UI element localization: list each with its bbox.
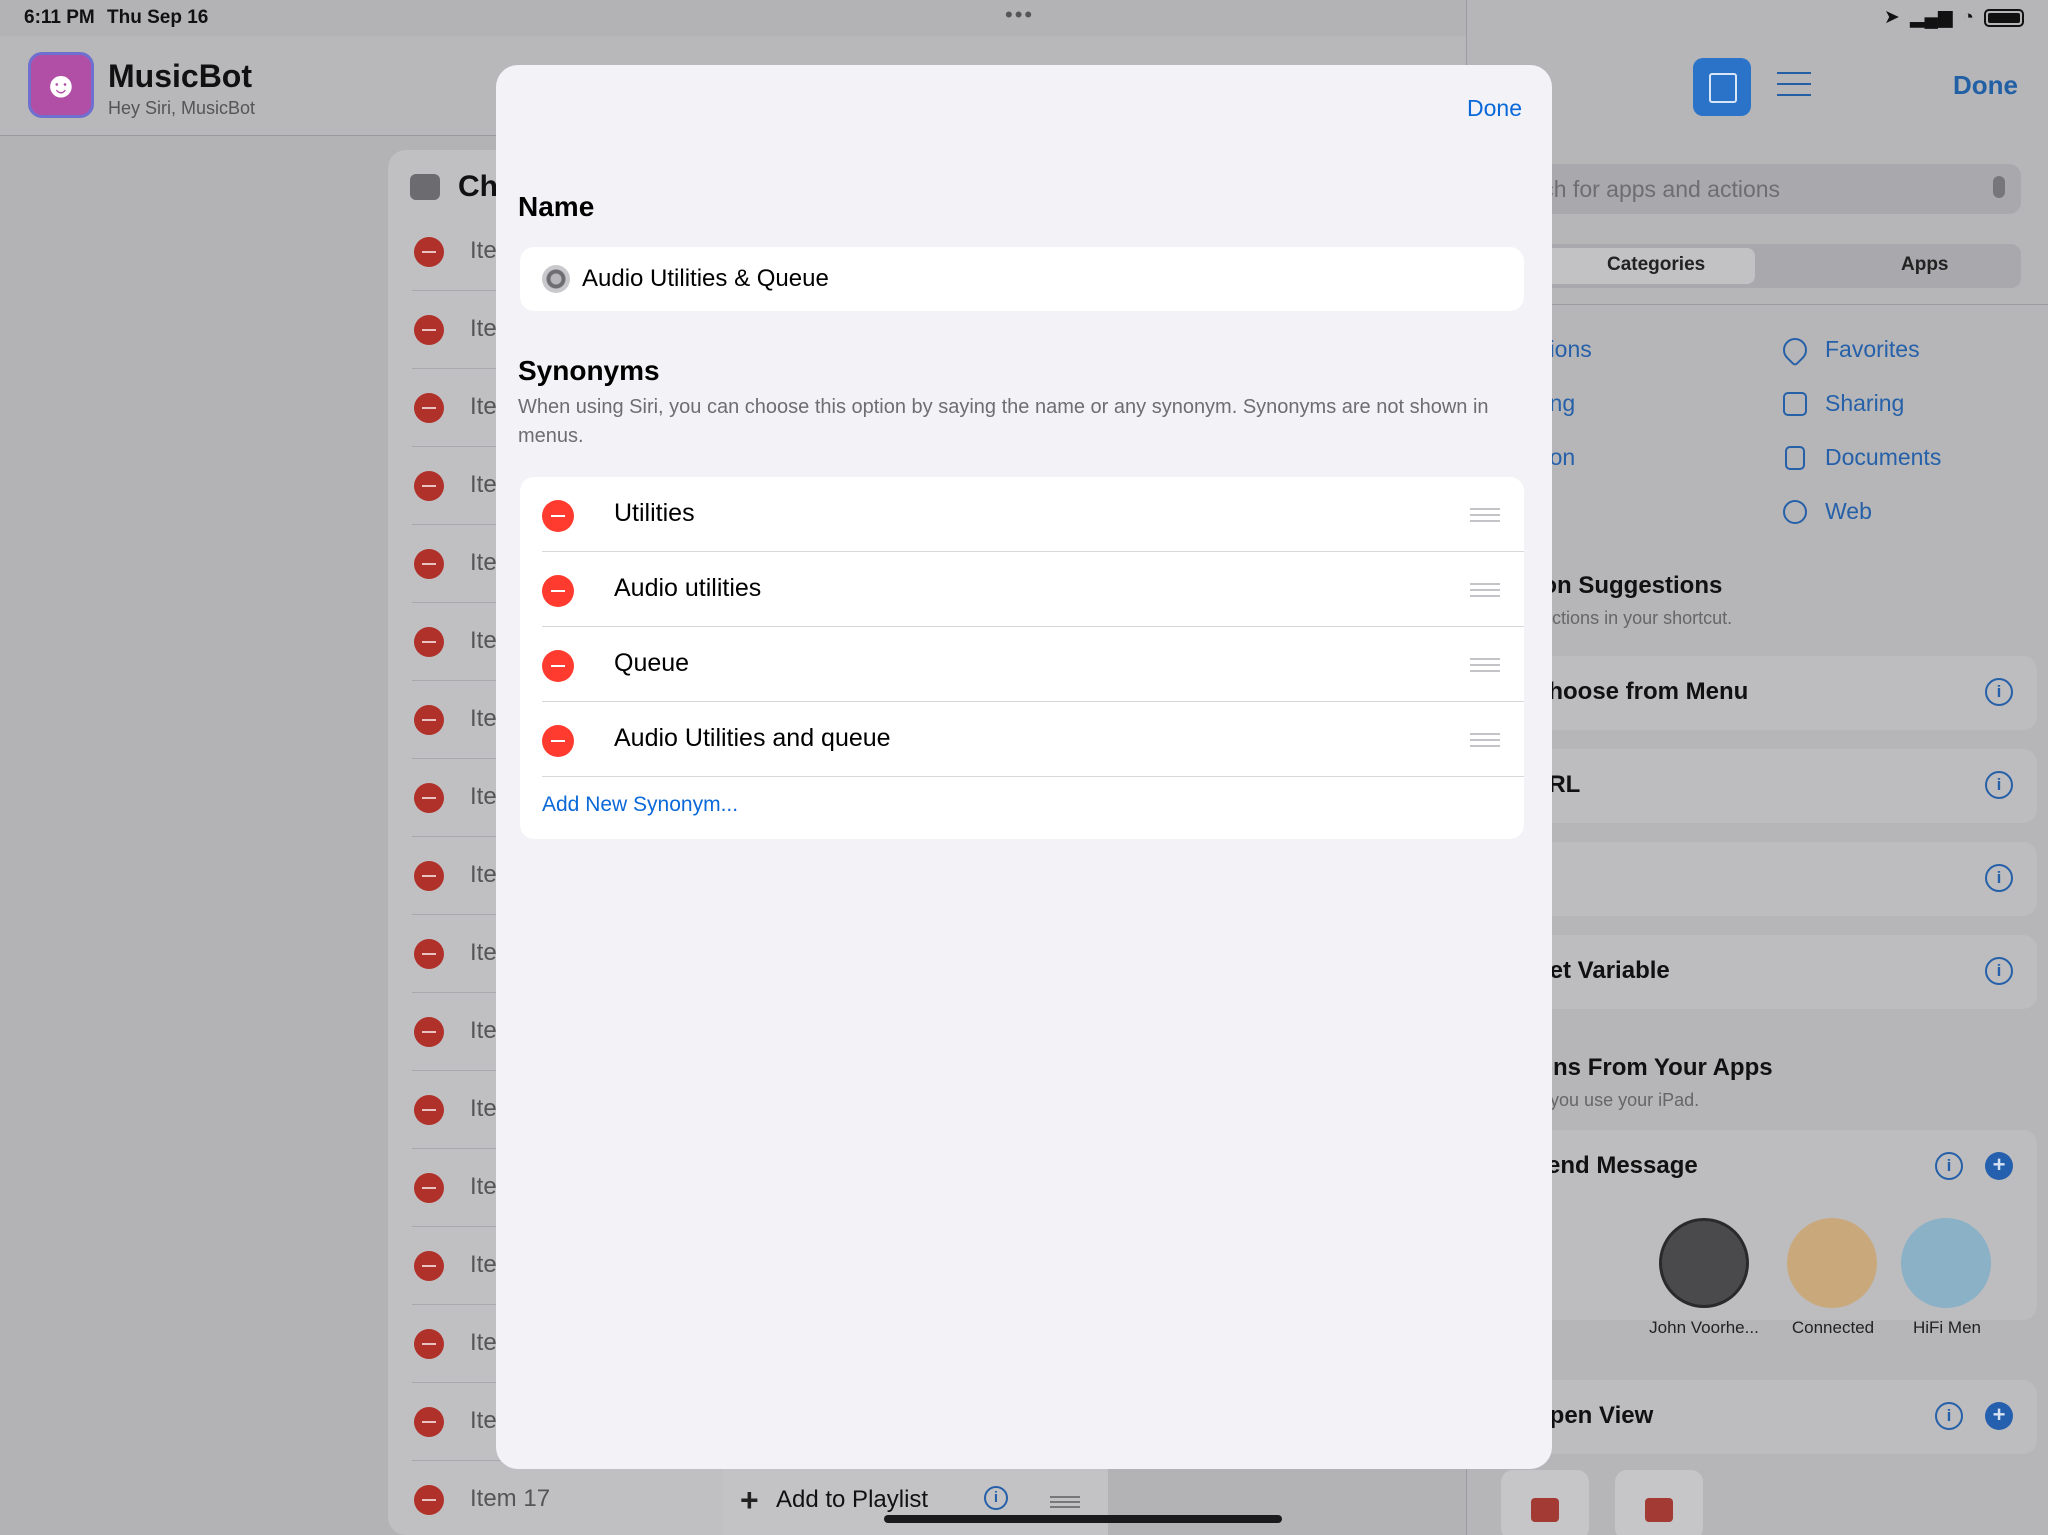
- actions-panel: Done earch for apps and actions Categori…: [1453, 0, 2048, 1535]
- tab-categories[interactable]: Categories: [1607, 254, 1705, 276]
- info-icon[interactable]: i: [1985, 678, 2013, 706]
- remove-icon[interactable]: [414, 861, 444, 891]
- status-time: 6:11 PM: [24, 7, 95, 28]
- add-to-playlist-action[interactable]: + Add to Playlist i: [722, 1466, 1108, 1535]
- drag-handle-icon[interactable]: [1470, 583, 1500, 597]
- document-icon: [1785, 446, 1805, 470]
- app-subtitle: Hey Siri, MusicBot: [108, 98, 256, 118]
- status-bar: 6:11 PM Thu Sep 16 ••• ➤ ▂▄▆ ◔: [0, 0, 2048, 36]
- contact-avatar[interactable]: [1787, 1218, 1877, 1308]
- tab-apps[interactable]: Apps: [1901, 254, 1949, 276]
- share-icon: [1783, 392, 1807, 416]
- suggestion-item[interactable]: Choose from Menu i: [1501, 656, 2037, 730]
- remove-icon[interactable]: [414, 1407, 444, 1437]
- remove-icon[interactable]: [414, 627, 444, 657]
- remove-icon[interactable]: [414, 393, 444, 423]
- synonym-row[interactable]: Queue: [520, 627, 1524, 702]
- contact-avatar[interactable]: [1659, 1218, 1749, 1308]
- menu-card-title: Ch: [458, 170, 498, 203]
- done-button[interactable]: Done: [1467, 95, 1522, 122]
- remove-icon[interactable]: [414, 237, 444, 267]
- add-icon[interactable]: +: [1985, 1402, 2013, 1430]
- contact-avatar[interactable]: [1901, 1218, 1991, 1308]
- remove-icon[interactable]: [414, 1095, 444, 1125]
- microphone-icon[interactable]: [1993, 176, 2005, 198]
- drag-handle-icon[interactable]: [1470, 508, 1500, 522]
- add-action-button[interactable]: [1693, 58, 1751, 116]
- remove-icon[interactable]: [414, 1017, 444, 1047]
- remove-icon[interactable]: [414, 705, 444, 735]
- multitasking-icon[interactable]: •••: [1005, 2, 1034, 28]
- synonyms-list: Utilities Audio utilities Queue Audio Ut…: [520, 477, 1524, 839]
- delete-synonym-icon[interactable]: [542, 575, 574, 607]
- remove-icon[interactable]: [414, 1251, 444, 1281]
- open-view-card[interactable]: Open View i +: [1501, 1380, 2037, 1454]
- robot-icon[interactable]: ☻: [28, 52, 94, 118]
- info-icon[interactable]: i: [1985, 864, 2013, 892]
- signal-icon: ▂▄▆: [1909, 7, 1953, 28]
- plus-icon: +: [740, 1482, 759, 1518]
- drag-handle-icon[interactable]: [1050, 1496, 1080, 1508]
- info-icon[interactable]: i: [1985, 957, 2013, 985]
- info-icon[interactable]: i: [984, 1486, 1008, 1510]
- menu-icon: [410, 174, 440, 200]
- heart-icon: [1778, 333, 1812, 367]
- remove-icon[interactable]: [414, 783, 444, 813]
- remove-icon[interactable]: [414, 1173, 444, 1203]
- synonyms-heading: Synonyms: [518, 355, 660, 386]
- remove-icon[interactable]: [414, 1485, 444, 1515]
- app-shortcut-thumbnail[interactable]: [1501, 1470, 1589, 1535]
- categories-apps-toggle[interactable]: Categories Apps: [1501, 244, 2021, 288]
- category-sharing[interactable]: Sharing: [1825, 390, 1904, 417]
- suggestion-item[interactable]: Get Variable i: [1501, 935, 2037, 1009]
- status-date: Thu Sep 16: [107, 7, 209, 28]
- info-icon[interactable]: i: [1985, 771, 2013, 799]
- add-new-synonym-button[interactable]: Add New Synonym...: [542, 793, 738, 817]
- category-web[interactable]: Web: [1825, 498, 1872, 525]
- remove-icon[interactable]: [414, 471, 444, 501]
- wifi-icon: ◔: [1962, 6, 1974, 28]
- suggestion-item[interactable]: URL i: [1501, 749, 2037, 823]
- synonym-row[interactable]: Utilities: [520, 477, 1524, 552]
- todoist-icon: [1645, 1498, 1673, 1522]
- remove-icon[interactable]: [414, 549, 444, 579]
- app-shortcut-thumbnail[interactable]: [1615, 1470, 1703, 1535]
- category-favorites[interactable]: Favorites: [1825, 336, 1920, 363]
- gear-icon: [542, 265, 570, 293]
- delete-synonym-icon[interactable]: [542, 500, 574, 532]
- name-value: Audio Utilities & Queue: [582, 265, 829, 292]
- remove-icon[interactable]: [414, 939, 444, 969]
- delete-synonym-icon[interactable]: [542, 725, 574, 757]
- battery-icon: [1984, 8, 2024, 27]
- name-field[interactable]: Audio Utilities & Queue: [520, 247, 1524, 311]
- info-icon[interactable]: i: [1935, 1402, 1963, 1430]
- category-documents[interactable]: Documents: [1825, 444, 1941, 471]
- info-icon[interactable]: i: [1935, 1152, 1963, 1180]
- suggestion-item[interactable]: Ifi: [1501, 842, 2037, 916]
- panel-done-button[interactable]: Done: [1953, 70, 2018, 101]
- synonym-row[interactable]: Audio Utilities and queue: [520, 702, 1524, 777]
- action-search-input[interactable]: earch for apps and actions: [1501, 164, 2021, 214]
- add-icon[interactable]: +: [1985, 1152, 2013, 1180]
- app-title: MusicBot: [108, 58, 252, 94]
- drag-handle-icon[interactable]: [1470, 733, 1500, 747]
- delete-synonym-icon[interactable]: [542, 650, 574, 682]
- location-icon: ➤: [1883, 7, 1900, 28]
- synonyms-description: When using Siri, you can choose this opt…: [518, 396, 1489, 447]
- home-indicator[interactable]: [884, 1515, 1282, 1523]
- menu-item-editor-sheet: Done Name Audio Utilities & Queue Synony…: [496, 65, 1552, 1469]
- name-heading: Name: [518, 191, 595, 222]
- drag-handle-icon[interactable]: [1470, 658, 1500, 672]
- remove-icon[interactable]: [414, 315, 444, 345]
- synonym-row[interactable]: Audio utilities: [520, 552, 1524, 627]
- compass-icon: [1783, 500, 1807, 524]
- settings-sliders-icon[interactable]: [1777, 72, 1811, 102]
- remove-icon[interactable]: [414, 1329, 444, 1359]
- todoist-icon: [1531, 1498, 1559, 1522]
